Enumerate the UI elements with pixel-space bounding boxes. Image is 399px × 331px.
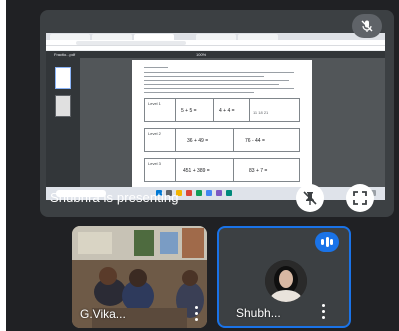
instruction-line: [144, 80, 289, 81]
pdf-thumbnail-sidebar: [46, 58, 80, 187]
cell-divider: [233, 159, 234, 181]
taskbar-app-icon: [226, 190, 232, 196]
more-options-icon[interactable]: [192, 304, 202, 324]
instruction-line: [144, 72, 294, 73]
presentation-tile[interactable]: Fractio...pdf 100% Level 1 5 + 5 = 4 + 4…: [40, 10, 394, 217]
instruction-line: [144, 84, 279, 85]
pin-off-icon: [303, 191, 317, 205]
participant-name: G.Vika...: [80, 307, 126, 321]
problem-expression: 4 + 4 =: [219, 108, 235, 114]
instruction-heading-line: [144, 67, 168, 68]
problem-expression: 5 + 5 =: [181, 108, 197, 114]
chrome-icon: [186, 190, 192, 196]
problem-expression: 83 + 7 =: [249, 168, 268, 174]
cell-divider: [175, 129, 176, 151]
fullscreen-button[interactable]: [346, 184, 374, 212]
presenting-label: Shubhra is presenting: [50, 190, 179, 205]
avatar-photo: [265, 260, 307, 302]
avatar: [265, 260, 307, 302]
stop-presenting-button[interactable]: [296, 184, 324, 212]
fullscreen-icon: [353, 191, 367, 205]
taskbar-app-icon: [216, 190, 222, 196]
problem-expression: 451 + 389 =: [183, 168, 210, 174]
taskbar-app-icon: [206, 190, 212, 196]
presenter-mic-status: [352, 14, 382, 38]
pdf-viewer: Level 1 5 + 5 = 4 + 4 = 11 18 21 Level 2…: [80, 58, 385, 195]
problem-expression: 36 + 49 =: [187, 138, 209, 144]
worksheet-row-level-3: Level 3 451 + 389 = 83 + 7 =: [144, 158, 300, 182]
cell-divider: [175, 99, 176, 121]
instruction-line: [144, 76, 264, 77]
level-label: Level 1: [148, 101, 161, 106]
participant-tile-gvika[interactable]: G.Vika...: [72, 226, 207, 328]
taskbar-app-icon: [196, 190, 202, 196]
page-thumbnail: [55, 95, 71, 117]
cell-divider: [249, 99, 250, 121]
answer-options: 11 18 21: [253, 110, 269, 115]
browser-tab-strip: [46, 33, 385, 40]
participant-tile-shubhra[interactable]: Shubh...: [217, 226, 351, 328]
meet-window: Fractio...pdf 100% Level 1 5 + 5 = 4 + 4…: [0, 0, 399, 331]
worksheet-row-level-1: Level 1 5 + 5 = 4 + 4 = 11 18 21: [144, 98, 300, 122]
instruction-line: [144, 92, 254, 93]
cell-divider: [213, 99, 214, 121]
cell-divider: [233, 129, 234, 151]
level-label: Level 2: [148, 131, 161, 136]
url-field: [76, 41, 186, 45]
pdf-toolbar: Fractio...pdf 100%: [46, 51, 385, 58]
shared-screen: Fractio...pdf 100% Level 1 5 + 5 = 4 + 4…: [46, 33, 385, 200]
instruction-line: [144, 88, 294, 89]
worksheet-row-level-2: Level 2 36 + 49 = 76 - 44 =: [144, 128, 300, 152]
page-thumbnail: [55, 67, 71, 89]
level-label: Level 3: [148, 161, 161, 166]
speaking-indicator-icon: [315, 232, 339, 252]
more-options-icon[interactable]: [319, 302, 329, 322]
pdf-zoom-level: 100%: [196, 52, 207, 57]
cell-divider: [175, 159, 176, 181]
participant-name: Shubh...: [236, 306, 281, 320]
pdf-page: Level 1 5 + 5 = 4 + 4 = 11 18 21 Level 2…: [132, 60, 312, 195]
mic-off-icon: [361, 20, 373, 32]
pdf-file-name: Fractio...pdf: [54, 52, 76, 57]
problem-expression: 76 - 44 =: [245, 138, 265, 144]
